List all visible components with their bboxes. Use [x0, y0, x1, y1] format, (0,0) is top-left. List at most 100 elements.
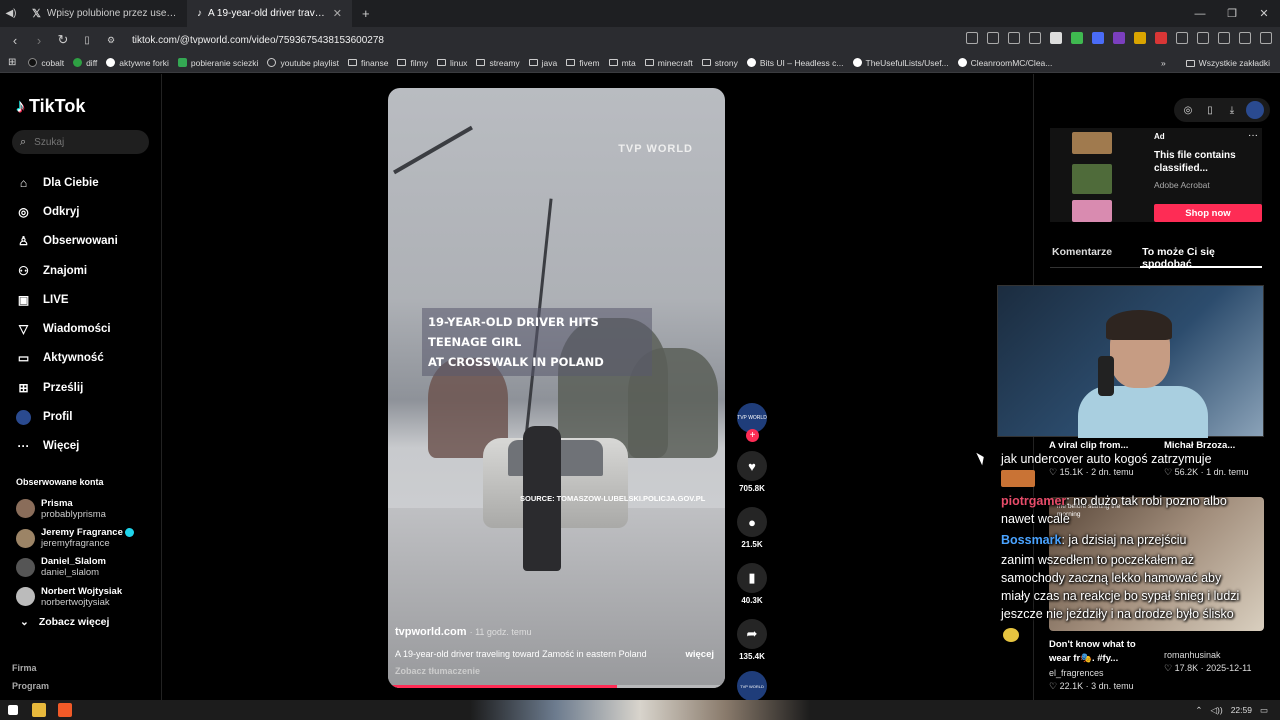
reload-icon[interactable]: ↻ — [56, 32, 70, 48]
bookmark-finanse[interactable]: finanse — [348, 58, 388, 68]
bookmark-pobieranie[interactable]: pobieranie sciezki — [177, 58, 258, 68]
video-progress-bar[interactable] — [388, 685, 725, 688]
nav-profile[interactable]: Profil — [16, 402, 118, 431]
account-jeremy-fragrance[interactable]: Jeremy Fragrance jeremyfragrance — [16, 523, 134, 552]
nav-friends[interactable]: ⚇ Znajomi — [16, 256, 118, 285]
restore-icon[interactable]: ❐ — [1216, 0, 1248, 27]
see-more-button[interactable]: ⌄ Zobacz więcej — [20, 616, 109, 628]
like-button[interactable]: ♥ 705.8K — [736, 451, 768, 493]
bookmark-icon[interactable]: ▯ — [80, 35, 94, 46]
extension-yellow-icon[interactable] — [1134, 32, 1146, 44]
speaker-icon[interactable]: ◀) — [0, 8, 22, 19]
check-extension-icon[interactable] — [1071, 32, 1083, 44]
wallet-icon[interactable] — [1176, 32, 1188, 44]
nav-explore[interactable]: ◎ Odkryj — [16, 197, 118, 226]
nav-for-you[interactable]: ⌂ Dla Ciebie — [16, 168, 118, 197]
bookmark-mta[interactable]: mta — [608, 58, 636, 68]
bookmark-cobalt[interactable]: cobalt — [28, 58, 64, 68]
extension-red-icon[interactable] — [1155, 32, 1167, 44]
bookmark-java[interactable]: java — [528, 58, 557, 68]
volume-icon[interactable]: ◁)) — [1210, 705, 1222, 716]
share-button[interactable]: ➦ 135.4K — [736, 619, 768, 661]
tab-liked-posts[interactable]: 𝕏 Wpisy polubione przez usermaciej (@ — [22, 0, 187, 27]
tab-comments[interactable]: Komentarze — [1050, 246, 1114, 267]
ad-card[interactable]: Ad ··· This file contains classified... … — [1050, 128, 1262, 222]
share-icon[interactable] — [1029, 32, 1041, 44]
search-box[interactable]: ⌕ — [12, 130, 149, 154]
tab-suggested[interactable]: To może Ci się spodobać — [1140, 246, 1262, 270]
media-icon[interactable] — [1239, 32, 1251, 44]
nav-upload[interactable]: ⊞ Prześlij — [16, 373, 118, 402]
author-name[interactable]: tvpworld.com — [395, 626, 467, 638]
translate-link[interactable]: Zobacz tłumaczenie — [395, 666, 480, 676]
explore-icon[interactable]: ◎ — [1180, 102, 1196, 118]
bookmark-youtube-playlist[interactable]: youtube playlist — [267, 58, 339, 68]
forward-icon[interactable]: › — [32, 33, 46, 48]
new-tab-icon[interactable]: + — [362, 6, 370, 21]
nav-following[interactable]: ♙ Obserwowani — [16, 227, 118, 256]
notifications-icon[interactable]: ▭ — [1260, 705, 1268, 716]
install-icon[interactable] — [987, 32, 999, 44]
minimize-icon[interactable]: — — [1184, 0, 1216, 27]
rec-thumbnail[interactable] — [1001, 470, 1035, 487]
bookmark-streamy[interactable]: streamy — [476, 58, 520, 68]
bookmark-filmy[interactable]: filmy — [397, 58, 428, 68]
all-bookmarks[interactable]: » Wszystkie zakładki — [1161, 53, 1270, 72]
bookmark-strony[interactable]: strony — [701, 58, 738, 68]
more-options-icon[interactable]: ··· — [1248, 130, 1258, 141]
extension-purple-icon[interactable] — [1113, 32, 1125, 44]
back-icon[interactable]: ‹ — [8, 33, 22, 48]
download-icon[interactable]: ⤓ — [1224, 102, 1240, 118]
nav-more[interactable]: ··· Więcej — [16, 432, 118, 461]
user-avatar[interactable] — [1246, 101, 1264, 119]
chevron-right-icon[interactable]: » — [1161, 58, 1166, 68]
music-disc[interactable]: TVP WORLD — [737, 671, 767, 701]
tiktok-logo[interactable]: ♪ TikTok — [16, 96, 85, 117]
bookmark-cleanroommc[interactable]: CleanroomMC/Clea... — [957, 58, 1052, 68]
clock[interactable]: 22:59 — [1231, 705, 1252, 715]
rec-card[interactable]: romanhusinak ♡ 17.8K · 2025-12-11 — [1164, 650, 1251, 674]
camera-off-icon[interactable] — [966, 32, 978, 44]
account-daniel-slalom[interactable]: Daniel_Slalom daniel_slalom — [16, 553, 134, 582]
start-icon[interactable] — [8, 705, 18, 715]
translate-icon[interactable] — [1008, 32, 1020, 44]
follow-plus-icon[interactable]: + — [746, 429, 759, 442]
apps-grid-icon[interactable]: ⊞ — [8, 57, 16, 68]
device-icon[interactable]: ▯ — [1202, 102, 1218, 118]
account-norbert-wojtysiak[interactable]: Norbert Wojtysiak norbertwojtysiak — [16, 582, 134, 611]
more-button[interactable]: więcej — [685, 649, 714, 660]
bookmark-linux[interactable]: linux — [436, 58, 467, 68]
extension-blue-icon[interactable] — [1092, 32, 1104, 44]
bookmark-diff[interactable]: diff — [73, 58, 97, 68]
nav-activity[interactable]: ▭ Aktywność — [16, 344, 118, 373]
account-prisma[interactable]: Prisma probablyprisma — [16, 494, 134, 523]
nav-messages[interactable]: ▽ Wiadomości — [16, 314, 118, 343]
menu-icon[interactable] — [1260, 32, 1272, 44]
sidebar-toggle-icon[interactable] — [1218, 32, 1230, 44]
close-window-icon[interactable]: ✕ — [1248, 0, 1280, 27]
video-player[interactable]: TVP WORLD 19-YEAR-OLD DRIVER HITS TEENAG… — [388, 88, 725, 688]
extensions-icon[interactable] — [1197, 32, 1209, 44]
search-input[interactable] — [34, 136, 135, 148]
nav-live[interactable]: ▣ LIVE — [16, 285, 118, 314]
footer-link-program[interactable]: Program — [12, 677, 49, 695]
save-button[interactable]: ▮ 40.3K — [736, 563, 768, 605]
tray-chevron-icon[interactable]: ⌃ — [1195, 705, 1202, 716]
url-input[interactable]: tiktok.com/@tvpworld.com/video/759367543… — [132, 35, 384, 46]
bookmark-usefullists[interactable]: TheUsefulLists/Usef... — [852, 58, 949, 68]
comment-button[interactable]: ● 21.5K — [736, 507, 768, 549]
bookmark-fivem[interactable]: fivem — [566, 58, 600, 68]
bookmark-minecraft[interactable]: minecraft — [644, 58, 693, 68]
footer-link-company[interactable]: Firma — [12, 659, 49, 677]
close-tab-icon[interactable]: ✕ — [333, 7, 342, 20]
file-explorer-icon[interactable] — [32, 703, 46, 717]
brave-shield-icon[interactable] — [1050, 32, 1062, 44]
site-info-icon[interactable]: ⚙ — [104, 35, 118, 46]
shop-now-button[interactable]: Shop now — [1154, 204, 1262, 222]
rec-card[interactable]: Don't know what to wear fr🎭. #fy... el_f… — [1049, 638, 1159, 692]
channel-avatar[interactable]: TVP WORLD + — [737, 403, 767, 442]
video-author[interactable]: tvpworld.com · 11 godz. temu — [395, 626, 531, 638]
bookmark-bits-ui[interactable]: Bits UI – Headless c... — [746, 58, 844, 68]
brave-browser-icon[interactable] — [58, 703, 72, 717]
tab-tiktok-video[interactable]: ♪ A 19-year-old driver traveling to ✕ — [187, 0, 352, 27]
